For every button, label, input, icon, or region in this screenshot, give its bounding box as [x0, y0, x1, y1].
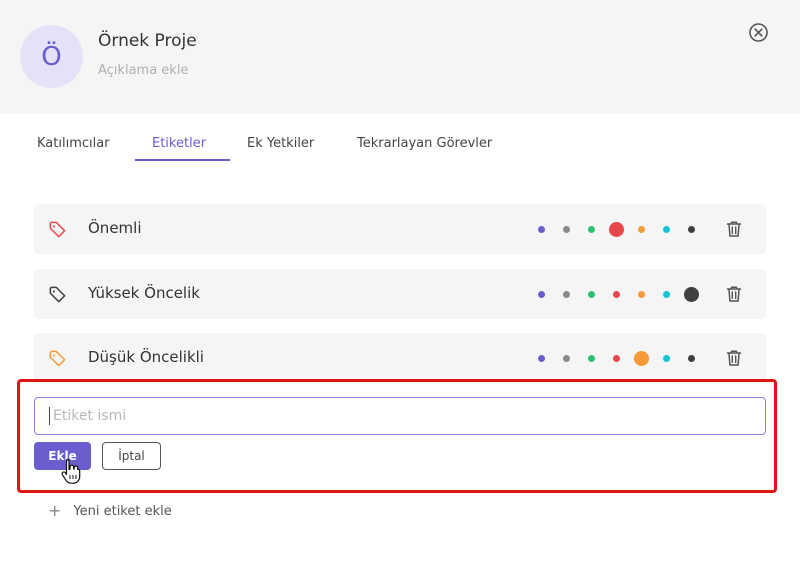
color-option[interactable]	[613, 290, 620, 298]
tag-icon	[49, 221, 66, 238]
project-title[interactable]: Örnek Proje	[98, 31, 197, 51]
color-option[interactable]	[538, 354, 545, 362]
add-new-tag-link[interactable]: + Yeni etiket ekle	[48, 503, 172, 519]
color-picker	[534, 346, 704, 370]
tag-label[interactable]: Önemli	[88, 219, 142, 237]
tag-label[interactable]: Yüksek Öncelik	[88, 284, 200, 302]
text-caret	[49, 407, 50, 425]
tag-label[interactable]: Düşük Öncelikli	[88, 348, 204, 366]
color-option[interactable]	[684, 286, 699, 302]
tag-row: Düşük Öncelikli	[34, 333, 766, 383]
tag-row: Önemli	[34, 204, 766, 254]
color-option[interactable]	[638, 225, 645, 233]
color-option[interactable]	[538, 225, 545, 233]
tab-extra-permissions[interactable]: Ek Yetkiler	[247, 136, 314, 151]
active-tab-indicator	[135, 159, 230, 161]
color-option[interactable]	[613, 354, 620, 362]
tag-row: Yüksek Öncelik	[34, 269, 766, 319]
color-option[interactable]	[688, 225, 695, 233]
project-avatar: Ö	[20, 25, 83, 88]
project-description[interactable]: Açıklama ekle	[98, 63, 188, 78]
cancel-button[interactable]: İptal	[102, 442, 161, 470]
color-option[interactable]	[688, 354, 695, 362]
color-option[interactable]	[588, 290, 595, 298]
add-tag-button[interactable]: Ekle	[34, 442, 91, 470]
color-picker	[534, 282, 704, 306]
tag-name-input[interactable]	[34, 397, 766, 435]
tab-participants[interactable]: Katılımcılar	[37, 136, 110, 151]
color-option[interactable]	[663, 290, 670, 298]
tag-icon	[49, 286, 66, 303]
trash-icon[interactable]	[724, 284, 744, 304]
color-option[interactable]	[563, 354, 570, 362]
close-icon[interactable]	[748, 22, 769, 43]
add-new-tag-label: Yeni etiket ekle	[73, 503, 172, 519]
color-option[interactable]	[563, 290, 570, 298]
color-option[interactable]	[663, 354, 670, 362]
project-header: Ö Örnek Proje Açıklama ekle	[0, 0, 800, 114]
trash-icon[interactable]	[724, 348, 744, 368]
color-option[interactable]	[588, 354, 595, 362]
plus-icon: +	[48, 501, 62, 520]
color-picker	[534, 217, 704, 241]
trash-icon[interactable]	[724, 219, 744, 239]
color-option[interactable]	[638, 290, 645, 298]
tab-tags[interactable]: Etiketler	[152, 136, 206, 151]
color-option[interactable]	[588, 225, 595, 233]
tab-bar: Katılımcılar Etiketler Ek Yetkiler Tekra…	[0, 130, 800, 164]
color-option[interactable]	[563, 225, 570, 233]
color-option[interactable]	[538, 290, 545, 298]
tab-recurring-tasks[interactable]: Tekrarlayan Görevler	[357, 136, 492, 151]
color-option[interactable]	[609, 221, 624, 237]
color-option[interactable]	[634, 350, 649, 366]
color-option[interactable]	[663, 225, 670, 233]
tag-icon	[49, 350, 66, 367]
